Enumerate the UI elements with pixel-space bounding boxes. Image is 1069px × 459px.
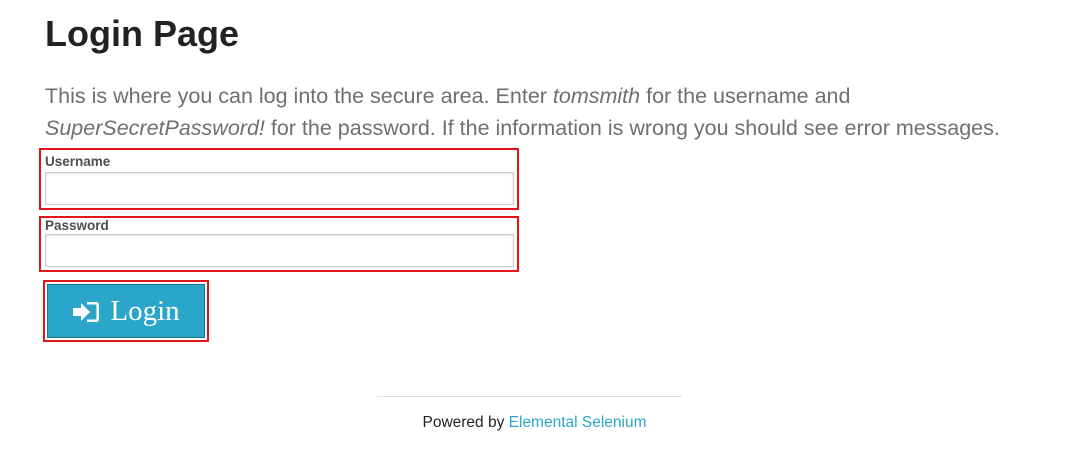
- sign-in-icon: [72, 299, 100, 323]
- intro-text: This is where you can log into the secur…: [45, 80, 1055, 144]
- password-field-group: Password: [39, 216, 519, 272]
- password-label: Password: [45, 218, 109, 233]
- intro-text-part3: for the password. If the information is …: [264, 116, 1000, 140]
- footer-prefix: Powered by: [422, 414, 509, 431]
- username-label: Username: [45, 154, 111, 169]
- password-input[interactable]: [45, 234, 514, 267]
- password-hint: SuperSecretPassword!: [45, 116, 265, 140]
- login-button-label: Login: [110, 294, 180, 327]
- footer-divider: [377, 396, 682, 397]
- elemental-selenium-link[interactable]: Elemental Selenium: [509, 414, 647, 431]
- username-input[interactable]: [45, 172, 514, 205]
- login-button[interactable]: Login: [47, 284, 205, 338]
- footer: Powered by Elemental Selenium: [0, 414, 1069, 432]
- intro-text-part2: for the username and: [640, 84, 851, 108]
- login-button-highlight: Login: [43, 280, 209, 342]
- intro-text-part1: This is where you can log into the secur…: [45, 84, 553, 108]
- page-title: Login Page: [45, 13, 240, 54]
- username-hint: tomsmith: [552, 84, 641, 108]
- username-field-group: Username: [39, 148, 519, 210]
- login-page: Login Page This is where you can log int…: [0, 0, 1069, 459]
